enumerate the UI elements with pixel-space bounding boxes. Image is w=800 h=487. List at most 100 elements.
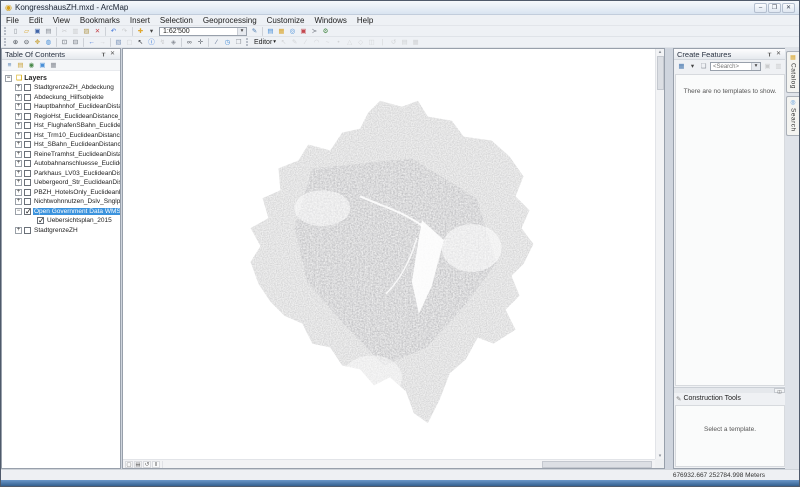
- fixed-zoom-in-icon[interactable]: ⊡: [60, 38, 69, 47]
- split-icon[interactable]: ∣: [378, 38, 387, 47]
- rotate-icon[interactable]: ↺: [389, 38, 398, 47]
- dropdown-arrow-icon[interactable]: ▾: [688, 62, 697, 71]
- save-icon[interactable]: ▣: [33, 27, 42, 36]
- edit-tool-icon[interactable]: ↖: [279, 38, 288, 47]
- expander-icon[interactable]: +: [15, 160, 22, 167]
- new-document-icon[interactable]: ▯: [11, 27, 20, 36]
- back-extent-icon[interactable]: ←: [87, 38, 96, 47]
- expander-icon[interactable]: +: [15, 189, 22, 196]
- pin-icon[interactable]: ┰: [99, 49, 108, 59]
- layers-root-item[interactable]: − ❏ Layers: [2, 73, 120, 83]
- map-scale-combo[interactable]: 1:62'500 ▾: [159, 27, 247, 36]
- restore-button[interactable]: ❐: [768, 3, 781, 13]
- layer-row[interactable]: + Nichtwohnnutzen_Dslv_Snglpnt_P2R_Recla: [2, 197, 120, 207]
- dropdown-arrow-icon[interactable]: ▾: [147, 27, 156, 36]
- expander-icon[interactable]: +: [15, 94, 22, 101]
- toolbar-grip[interactable]: [4, 38, 7, 46]
- layer-checkbox[interactable]: [24, 227, 31, 234]
- layer-checkbox[interactable]: [24, 113, 31, 120]
- menu-item[interactable]: Help: [352, 15, 378, 26]
- sketch-properties-icon[interactable]: ▦: [411, 38, 420, 47]
- toolbar-grip[interactable]: [246, 38, 249, 46]
- search-dropdown-arrow-icon[interactable]: ▾: [751, 63, 760, 70]
- find-icon[interactable]: ∞: [185, 38, 194, 47]
- time-slider-icon[interactable]: ◷: [223, 38, 232, 47]
- catalog-tab[interactable]: ▦ Catalog: [786, 51, 799, 93]
- edit-annotation-icon[interactable]: ✎: [290, 38, 299, 47]
- layer-row[interactable]: + Hst_SBahn_EuclideanDistance_Reclass: [2, 140, 120, 150]
- goto-xy-icon[interactable]: ✛: [196, 38, 205, 47]
- toolbar-grip[interactable]: [4, 27, 7, 35]
- paste-icon[interactable]: ▨: [82, 27, 91, 36]
- layer-row[interactable]: + Hst_Trm10_EuclideanDistance_Reclass: [2, 131, 120, 141]
- search-options-icon[interactable]: ▥: [774, 62, 783, 71]
- expander-icon[interactable]: +: [15, 122, 22, 129]
- layer-row[interactable]: + StadtgrenzeZH: [2, 226, 120, 236]
- full-extent-icon[interactable]: ◍: [44, 38, 53, 47]
- map-vertical-scrollbar[interactable]: ▴ ▾: [655, 49, 664, 459]
- search-window-icon[interactable]: ◎: [288, 27, 297, 36]
- editor-toolbar-icon[interactable]: ✎: [250, 27, 259, 36]
- point-icon[interactable]: •: [334, 38, 343, 47]
- python-window-icon[interactable]: ≻: [310, 27, 319, 36]
- cut-polygons-icon[interactable]: ◫: [367, 38, 376, 47]
- layer-checkbox[interactable]: [24, 208, 31, 215]
- layer-checkbox[interactable]: [37, 217, 44, 224]
- menu-item[interactable]: Windows: [309, 15, 351, 26]
- viewer-window-icon[interactable]: ❐: [234, 38, 243, 47]
- menu-item[interactable]: Bookmarks: [75, 15, 125, 26]
- layer-checkbox[interactable]: [24, 103, 31, 110]
- search-tab[interactable]: ◎ Search: [786, 96, 799, 136]
- layer-row[interactable]: + Hst_FlughafenSBahn_EuclideanDistance_R: [2, 121, 120, 131]
- expander-icon[interactable]: −: [5, 75, 12, 82]
- layer-checkbox[interactable]: [24, 151, 31, 158]
- map-canvas[interactable]: [123, 49, 655, 459]
- layer-checkbox[interactable]: [24, 170, 31, 177]
- menu-item[interactable]: Insert: [125, 15, 155, 26]
- minimize-button[interactable]: –: [754, 3, 767, 13]
- expander-icon[interactable]: +: [15, 103, 22, 110]
- table-of-contents-icon[interactable]: ▤: [266, 27, 275, 36]
- select-features-icon[interactable]: ▧: [114, 38, 123, 47]
- layer-row[interactable]: − Open Government Data WMS Zürich: [2, 207, 120, 217]
- layout-view-button[interactable]: ▤: [134, 461, 142, 468]
- zoom-out-icon[interactable]: ⊖: [22, 38, 31, 47]
- undo-icon[interactable]: ↶: [109, 27, 118, 36]
- layer-row[interactable]: + StadtgrenzeZH_Abdeckung: [2, 83, 120, 93]
- vertical-scroll-thumb[interactable]: [657, 56, 664, 90]
- layer-checkbox[interactable]: [24, 160, 31, 167]
- straight-segment-icon[interactable]: ∕: [301, 38, 310, 47]
- close-icon[interactable]: ✕: [108, 49, 117, 59]
- expander-icon[interactable]: +: [15, 141, 22, 148]
- print-icon[interactable]: ▤: [44, 27, 53, 36]
- data-view-button[interactable]: ▢: [125, 461, 133, 468]
- menu-item[interactable]: Selection: [155, 15, 198, 26]
- close-button[interactable]: ✕: [782, 3, 795, 13]
- layer-row[interactable]: Uebersichtsplan_2015: [2, 216, 120, 226]
- measure-icon[interactable]: ∕: [212, 38, 221, 47]
- editor-menu[interactable]: Editor ▾: [252, 39, 278, 46]
- horizontal-scroll-thumb[interactable]: [542, 461, 652, 468]
- list-by-source-icon[interactable]: ▤: [16, 61, 25, 70]
- toc-options-icon[interactable]: ▦: [49, 61, 58, 70]
- hyperlink-icon[interactable]: ↯: [158, 38, 167, 47]
- layer-checkbox[interactable]: [24, 179, 31, 186]
- pan-icon[interactable]: ✥: [33, 38, 42, 47]
- layer-row[interactable]: + Hauptbahnhof_EuclideanDistance_Reclass: [2, 102, 120, 112]
- organize-templates-icon[interactable]: ▦: [677, 62, 686, 71]
- modelbuilder-icon[interactable]: ⚙: [321, 27, 330, 36]
- delete-icon[interactable]: ✕: [93, 27, 102, 36]
- edit-vertices-icon[interactable]: △: [345, 38, 354, 47]
- close-icon[interactable]: ✕: [774, 49, 783, 59]
- list-by-selection-icon[interactable]: ▣: [38, 61, 47, 70]
- menu-item[interactable]: Edit: [24, 15, 48, 26]
- refresh-view-button[interactable]: ↺: [143, 461, 151, 468]
- menu-item[interactable]: View: [48, 15, 75, 26]
- expander-icon[interactable]: +: [15, 198, 22, 205]
- layer-row[interactable]: + ReineTramhst_EuclideanDistance_Reclass: [2, 150, 120, 160]
- scale-dropdown-arrow-icon[interactable]: ▾: [237, 28, 246, 35]
- forward-extent-icon[interactable]: →: [98, 38, 107, 47]
- catalog-window-icon[interactable]: ▦: [277, 27, 286, 36]
- layer-checkbox[interactable]: [24, 122, 31, 129]
- layer-row[interactable]: + Parkhaus_LV03_EuclideanDistance_Reclas…: [2, 169, 120, 179]
